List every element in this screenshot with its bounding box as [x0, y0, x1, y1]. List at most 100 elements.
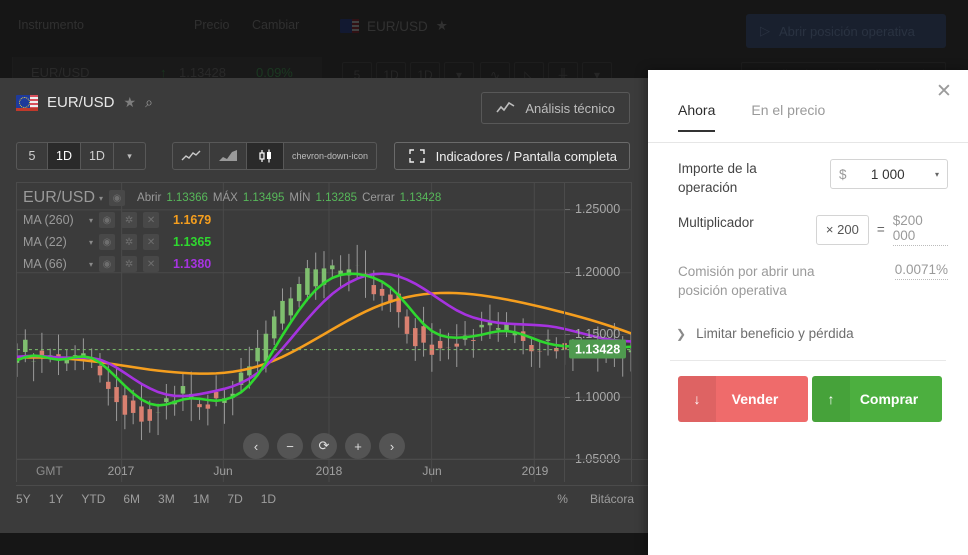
eurusd-flag-icon	[16, 94, 38, 111]
x-tick-0: 2017	[107, 464, 135, 478]
limit-profit-loss-label: Limitar beneficio y pérdida	[696, 326, 854, 341]
legend-row-ma260: MA (260) ▾ ◉ ✲ ✕ 1.1679	[23, 209, 441, 231]
timeframe-option-1d-a[interactable]: 1D	[48, 142, 81, 170]
candlestick-chart-icon	[259, 149, 271, 163]
charttype-dropdown-icon[interactable]: chevron-down-icon	[283, 142, 378, 170]
log-button[interactable]: Bitácora	[590, 492, 634, 506]
star-icon[interactable]: ★	[124, 94, 137, 111]
trade-actions: ↓ Vender ↑ Comprar	[678, 376, 942, 422]
range-selector-bar: 5Y 1Y YTD 6M 3M 1M 7D 1D % Bitácora	[16, 485, 648, 511]
chart-symbol-block: EUR/USD ★ ⌕	[16, 94, 153, 111]
x-tick-3: Jun	[422, 464, 442, 478]
tab-ahora[interactable]: Ahora	[678, 102, 716, 132]
timeframe-dropdown-icon[interactable]: ▾	[113, 142, 146, 170]
eye-icon[interactable]: ◉	[99, 234, 116, 250]
timeframe-option-5[interactable]: 5	[16, 142, 48, 170]
ohlc-open-label: Abrir	[137, 192, 162, 204]
chevron-right-icon: ❯	[676, 326, 687, 341]
chart-legend: EUR/USD ▾ ◉ Abrir 1.13366 MÁX 1.13495 MÍ…	[23, 187, 441, 275]
buy-button[interactable]: ↑ Comprar	[812, 376, 942, 422]
technical-analysis-button[interactable]: Análisis técnico	[481, 92, 630, 124]
range-3m[interactable]: 3M	[158, 492, 175, 506]
nav-reset-button[interactable]: ⟳	[311, 433, 337, 459]
ma66-value: 1.1380	[173, 257, 212, 271]
timezone-label: GMT	[36, 464, 63, 478]
nav-zoom-in-button[interactable]: +	[345, 433, 371, 459]
chevron-down-icon[interactable]: ▾	[89, 260, 93, 269]
x-tick-2: 2018	[315, 464, 343, 478]
buy-label: Comprar	[859, 391, 919, 407]
chevron-down-icon[interactable]: ▾	[89, 238, 93, 247]
legend-row-ma66: MA (66) ▾ ◉ ✲ ✕ 1.1380	[23, 253, 441, 275]
amount-row: Importe de la operación $ 1 000 ▾	[648, 143, 968, 197]
price-axis: 1.25000 1.20000 1.15000 1.10000 1.05000 …	[564, 182, 648, 482]
down-arrow-icon: ↓	[678, 376, 716, 422]
expand-icon	[408, 149, 425, 163]
trade-panel: ✕ Ahora En el precio Importe de la opera…	[648, 70, 968, 555]
legend-symbol: EUR/USD	[23, 189, 96, 206]
ma66-label: MA (66)	[23, 257, 67, 271]
notional-value: $200 000	[892, 213, 948, 246]
actions-divider	[670, 360, 946, 361]
indicators-label: Indicadores / Pantalla completa	[435, 148, 617, 164]
close-icon[interactable]: ✕	[143, 212, 160, 228]
close-icon[interactable]: ✕	[143, 234, 160, 250]
line-chart-icon	[496, 101, 515, 113]
range-1m[interactable]: 1M	[193, 492, 210, 506]
gear-icon[interactable]: ✲	[121, 234, 138, 250]
ohlc-values: Abrir 1.13366 MÁX 1.13495 MÍN 1.13285 Ce…	[137, 192, 441, 204]
charttype-line-button[interactable]	[171, 142, 210, 170]
equals-sign: =	[876, 222, 885, 237]
multiplier-label: Multiplicador	[678, 215, 754, 230]
current-price-tag: 1.13428	[569, 339, 627, 359]
ohlc-low-value: 1.13285	[315, 192, 358, 204]
search-icon[interactable]: ⌕	[145, 94, 153, 111]
gear-icon[interactable]: ✲	[121, 212, 138, 228]
charttype-area-button[interactable]	[209, 142, 247, 170]
nav-zoom-out-button[interactable]: −	[277, 433, 303, 459]
commission-value: 0.0071%	[894, 262, 948, 280]
timeframe-option-1d-b[interactable]: 1D	[80, 142, 114, 170]
line-chart-icon	[181, 150, 201, 161]
commission-row: Comisión por abrir una posición operativ…	[648, 246, 968, 300]
multiplier-input[interactable]: × 200	[815, 214, 869, 245]
range-6m[interactable]: 6M	[123, 492, 140, 506]
chevron-down-icon[interactable]: ▾	[89, 216, 93, 225]
legend-title-row: EUR/USD ▾ ◉ Abrir 1.13366 MÁX 1.13495 MÍ…	[23, 187, 441, 209]
range-1d[interactable]: 1D	[261, 492, 276, 506]
ma260-label: MA (260)	[23, 213, 74, 227]
chevron-down-icon[interactable]: ▾	[99, 194, 103, 203]
charttype-segment-group: chevron-down-icon	[171, 142, 378, 170]
nav-next-button[interactable]: ›	[379, 433, 405, 459]
range-5y[interactable]: 5Y	[16, 492, 31, 506]
eye-icon[interactable]: ◉	[99, 212, 116, 228]
limit-profit-loss-toggle[interactable]: ❯ Limitar beneficio y pérdida	[648, 300, 968, 341]
tab-en-el-precio[interactable]: En el precio	[751, 102, 825, 132]
eye-icon[interactable]: ◉	[99, 256, 116, 272]
ohlc-high-label: MÁX	[212, 192, 238, 204]
technical-analysis-label: Análisis técnico	[525, 100, 615, 116]
x-tick-4: 2019	[521, 464, 549, 478]
gear-icon[interactable]: ✲	[121, 256, 138, 272]
close-icon[interactable]: ✕	[934, 82, 954, 103]
y-tick-3: 1.10000	[564, 390, 621, 404]
ohlc-open-value: 1.13366	[166, 192, 208, 204]
ohlc-close-value: 1.13428	[399, 192, 442, 204]
trade-panel-tabs: Ahora En el precio	[678, 102, 825, 132]
chart-toolbar: 5 1D 1D ▾ chevron-down-icon	[16, 142, 378, 170]
close-icon[interactable]: ✕	[143, 256, 160, 272]
nav-prev-button[interactable]: ‹	[243, 433, 269, 459]
amount-input[interactable]: $ 1 000 ▾	[830, 159, 948, 189]
ohlc-close-label: Cerrar	[362, 192, 395, 204]
eye-icon[interactable]: ◉	[109, 190, 126, 206]
range-1y[interactable]: 1Y	[49, 492, 64, 506]
range-ytd[interactable]: YTD	[81, 492, 105, 506]
y-tick-0: 1.25000	[564, 202, 621, 216]
sell-button[interactable]: ↓ Vender	[678, 376, 808, 422]
indicators-fullscreen-button[interactable]: Indicadores / Pantalla completa	[393, 142, 630, 170]
range-7d[interactable]: 7D	[227, 492, 242, 506]
chevron-down-icon[interactable]: ▾	[935, 170, 939, 179]
charttype-candlestick-button[interactable]	[246, 142, 284, 170]
percent-toggle[interactable]: %	[557, 492, 568, 506]
chart-header: EUR/USD ★ ⌕ Análisis técnico	[0, 78, 648, 136]
